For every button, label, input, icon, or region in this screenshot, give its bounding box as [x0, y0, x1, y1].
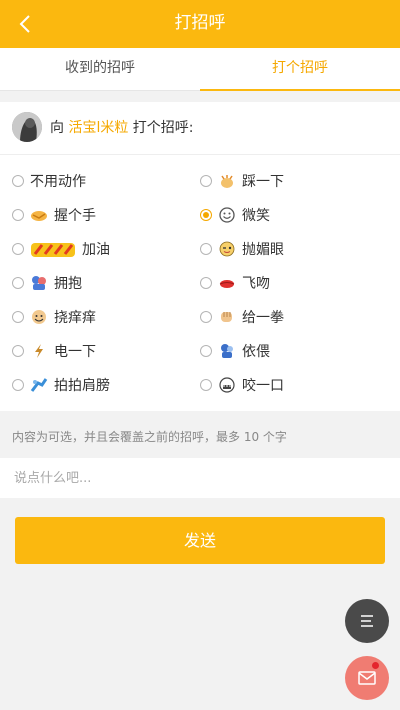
radio-button[interactable]: [12, 311, 24, 323]
action-option-handshake[interactable]: 握个手: [12, 200, 192, 230]
action-label: 电一下: [54, 344, 96, 360]
action-option-pat-shoulder[interactable]: 拍拍肩膀: [12, 370, 192, 400]
bite-icon: [218, 377, 236, 393]
action-option-zap[interactable]: 电一下: [12, 336, 192, 366]
action-label: 加油: [82, 242, 110, 258]
radio-button[interactable]: [12, 277, 24, 289]
action-option-cuddle[interactable]: 依偎: [200, 336, 380, 366]
hug-icon: [30, 275, 48, 291]
radio-button[interactable]: [200, 175, 212, 187]
smile-icon: [218, 207, 236, 223]
action-label: 抛媚眼: [242, 242, 284, 258]
menu-icon: [361, 615, 373, 627]
action-option-cheer[interactable]: 加油: [12, 234, 192, 264]
radio-button[interactable]: [12, 209, 24, 221]
radio-button[interactable]: [200, 243, 212, 255]
action-label: 挠痒痒: [54, 310, 96, 326]
action-label: 不用动作: [30, 174, 86, 190]
mail-icon: [358, 671, 376, 685]
action-option-smile[interactable]: 微笑: [200, 200, 380, 230]
tab-received-greetings[interactable]: 收到的招呼: [0, 48, 200, 90]
radio-button[interactable]: [200, 345, 212, 357]
lightning-icon: [30, 343, 48, 359]
handshake-icon: [30, 207, 48, 223]
menu-fab-button[interactable]: [345, 599, 389, 643]
action-label: 拍拍肩膀: [54, 378, 110, 394]
action-label: 给一拳: [242, 310, 284, 326]
action-option-tickle[interactable]: 挠痒痒: [12, 302, 192, 332]
tab-send-greeting[interactable]: 打个招呼: [200, 48, 400, 91]
target-nickname[interactable]: 活宝l米粒: [68, 120, 128, 136]
app-header: 打招呼: [0, 0, 400, 48]
action-option-stomp[interactable]: 踩一下: [200, 166, 380, 196]
message-input[interactable]: [12, 458, 392, 498]
pat-shoulder-icon: [30, 377, 48, 393]
radio-button[interactable]: [12, 379, 24, 391]
stomp-icon: [218, 173, 236, 189]
action-option-no-action[interactable]: 不用动作: [12, 166, 192, 196]
radio-button[interactable]: [12, 175, 24, 187]
radio-button[interactable]: [200, 311, 212, 323]
jiayou-sticker-icon: [30, 241, 76, 257]
radio-button[interactable]: [12, 345, 24, 357]
avatar[interactable]: [12, 112, 42, 142]
send-button[interactable]: 发送: [15, 517, 385, 564]
greeting-row: 向 活宝l米粒 打个招呼:: [0, 102, 400, 155]
page-title: 打招呼: [174, 13, 226, 33]
action-label: 飞吻: [242, 276, 270, 292]
action-option-hug[interactable]: 拥抱: [12, 268, 192, 298]
action-option-blow-kiss[interactable]: 飞吻: [200, 268, 380, 298]
message-input-row: [0, 458, 400, 498]
action-label: 依偎: [242, 344, 270, 360]
kiss-icon: [218, 275, 236, 291]
wink-icon: [218, 241, 236, 257]
greeting-prefix: 向: [50, 120, 69, 136]
radio-button[interactable]: [200, 277, 212, 289]
radio-button[interactable]: [12, 243, 24, 255]
action-label: 握个手: [54, 208, 96, 224]
action-options: 不用动作 握个手 加油 拥抱 挠痒痒 电一下 拍拍肩膀 踩一下 微笑 抛媚眼 飞…: [0, 155, 400, 411]
message-hint: 内容为可选，并且会覆盖之前的招呼，最多 10 个字: [12, 430, 287, 444]
action-option-wink[interactable]: 抛媚眼: [200, 234, 380, 264]
mail-fab-button[interactable]: [345, 656, 389, 700]
greeting-suffix: 打个招呼:: [128, 120, 194, 136]
action-option-punch[interactable]: 给一拳: [200, 302, 380, 332]
cuddle-icon: [218, 343, 236, 359]
action-label: 微笑: [242, 208, 270, 224]
tickle-icon: [30, 309, 48, 325]
action-label: 咬一口: [242, 378, 284, 394]
radio-button-selected[interactable]: [200, 209, 212, 221]
punch-icon: [218, 309, 236, 325]
greeting-text: 向 活宝l米粒 打个招呼:: [50, 102, 194, 154]
unread-badge: [372, 662, 379, 669]
radio-button[interactable]: [200, 379, 212, 391]
action-label: 拥抱: [54, 276, 82, 292]
tab-bar: 收到的招呼 打个招呼: [0, 48, 400, 91]
action-label: 踩一下: [242, 174, 284, 190]
action-option-bite[interactable]: 咬一口: [200, 370, 380, 400]
